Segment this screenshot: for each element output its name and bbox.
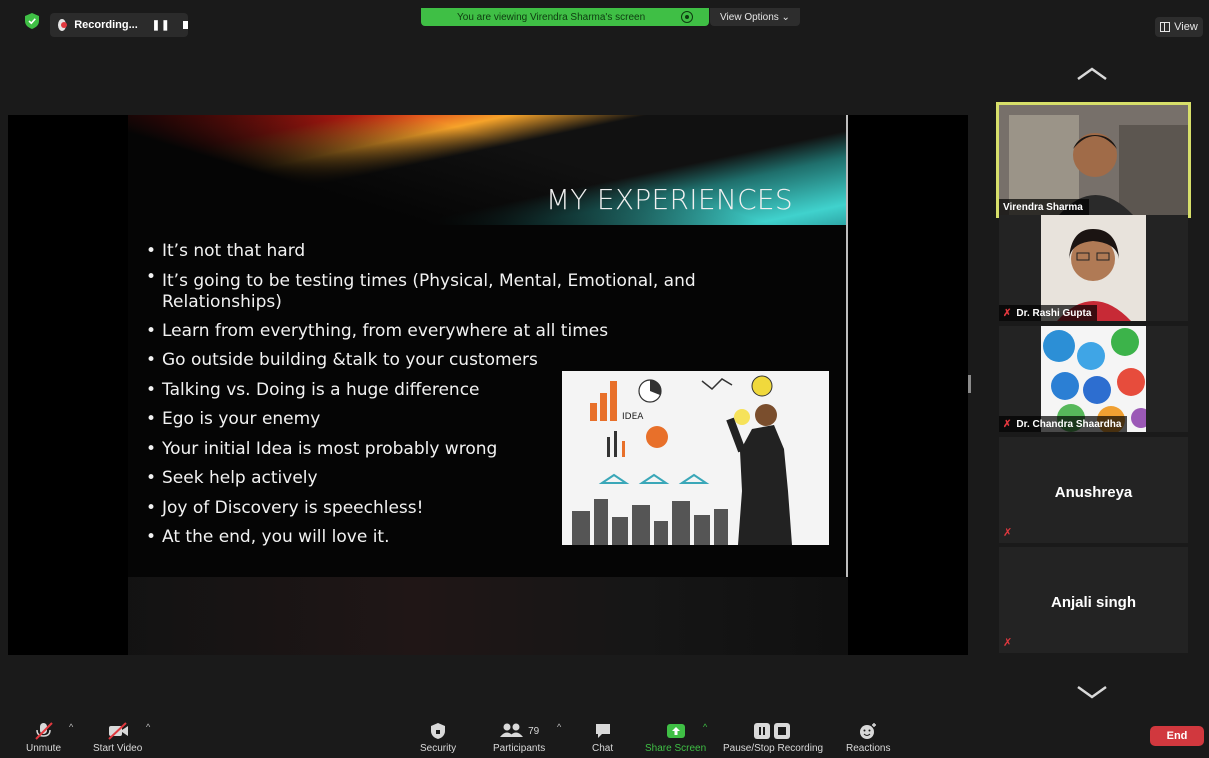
viewing-banner: You are viewing Virendra Sharma's screen bbox=[421, 8, 709, 26]
slide-footer-graphic bbox=[128, 577, 848, 655]
participant-name: Anjali singh bbox=[1050, 594, 1136, 611]
bullet-item: It’s not that hard bbox=[146, 237, 706, 267]
view-button-label: View bbox=[1174, 21, 1198, 33]
recording-label: Recording... bbox=[74, 19, 138, 31]
pause-stop-icon bbox=[752, 722, 794, 740]
mic-muted-icon: ✗ bbox=[1003, 418, 1012, 430]
slide-illustration: IDEA bbox=[562, 371, 829, 545]
mic-muted-icon: ✗ bbox=[1003, 527, 1013, 539]
reactions-label: Reactions bbox=[846, 743, 891, 754]
chevron-down-icon[interactable] bbox=[1075, 684, 1109, 700]
emoji-icon bbox=[858, 722, 878, 740]
slide-divider bbox=[846, 115, 848, 577]
participants-options-caret-icon[interactable]: ^ bbox=[557, 722, 561, 732]
share-options-caret-icon[interactable]: ^ bbox=[703, 722, 707, 732]
share-screen-icon bbox=[666, 722, 686, 740]
participant-tile-anjali-singh[interactable]: Anjali singh ✗ bbox=[999, 547, 1188, 653]
mic-muted-icon: ✗ bbox=[1003, 307, 1012, 319]
bullet-item: Learn from everything, from everywhere a… bbox=[146, 317, 706, 347]
participant-tile-virendra-sharma[interactable]: Virendra Sharma bbox=[996, 102, 1191, 218]
chevron-up-icon[interactable] bbox=[1075, 66, 1109, 82]
shield-icon bbox=[430, 722, 446, 740]
start-video-button[interactable]: Start Video bbox=[93, 722, 142, 754]
participant-name: Virendra Sharma bbox=[999, 199, 1089, 215]
participant-count: 79 bbox=[528, 725, 540, 737]
participant-name-tag: ✗ Dr. Rashi Gupta bbox=[999, 305, 1098, 321]
end-meeting-button[interactable]: End bbox=[1150, 726, 1204, 746]
view-grid-icon bbox=[1160, 22, 1171, 32]
pause-stop-recording-label: Pause/Stop Recording bbox=[723, 743, 824, 754]
bullet-item: It’s going to be testing times (Physical… bbox=[146, 267, 706, 317]
meeting-toolbar: Unmute ^ Start Video ^ Security 79 Parti… bbox=[0, 716, 1209, 758]
shield-icon[interactable] bbox=[25, 13, 39, 29]
recording-indicator: Recording... ❚❚ bbox=[50, 13, 188, 37]
top-bar: Recording... ❚❚ You are viewing Virendra… bbox=[0, 0, 1209, 42]
slide-title: MY EXPERIENCES bbox=[545, 183, 793, 216]
participants-button[interactable]: 79 Participants bbox=[493, 722, 545, 754]
recording-status-icon bbox=[681, 11, 694, 23]
share-screen-label: Share Screen bbox=[645, 743, 707, 754]
share-screen-button[interactable]: Share Screen bbox=[645, 722, 706, 754]
participant-tile-chandra-shaardha[interactable]: ✗ Dr. Chandra Shaardha bbox=[999, 326, 1188, 432]
unmute-label: Unmute bbox=[26, 743, 62, 754]
participant-tile-rashi-gupta[interactable]: ✗ Dr. Rashi Gupta bbox=[999, 215, 1188, 321]
pause-icon[interactable]: ❚❚ bbox=[152, 20, 171, 31]
video-options-caret-icon[interactable]: ^ bbox=[146, 722, 150, 732]
record-icon bbox=[58, 19, 68, 31]
start-video-label: Start Video bbox=[93, 743, 143, 754]
view-options-button[interactable]: View Options ⌄ bbox=[710, 8, 800, 26]
security-button[interactable]: Security bbox=[420, 722, 456, 754]
microphone-muted-icon bbox=[33, 722, 55, 740]
pause-stop-recording-button[interactable]: Pause/Stop Recording bbox=[723, 722, 823, 754]
panel-resize-handle[interactable] bbox=[968, 375, 971, 393]
stop-icon[interactable] bbox=[182, 21, 188, 29]
presentation-slide: MY EXPERIENCES It’s not that hard It’s g… bbox=[128, 115, 848, 655]
view-button[interactable]: View bbox=[1155, 17, 1203, 37]
security-label: Security bbox=[420, 743, 457, 754]
participants-label: Participants bbox=[493, 743, 546, 754]
participant-tile-anushreya[interactable]: Anushreya ✗ bbox=[999, 437, 1188, 543]
chat-icon bbox=[594, 722, 612, 740]
audio-options-caret-icon[interactable]: ^ bbox=[69, 722, 73, 732]
participant-name: Anushreya bbox=[1054, 484, 1133, 501]
participants-icon bbox=[500, 723, 524, 737]
unmute-button[interactable]: Unmute bbox=[26, 722, 61, 754]
participants-icon-group: 79 bbox=[499, 722, 539, 740]
svg-text:IDEA: IDEA bbox=[622, 412, 644, 422]
viewing-banner-text: You are viewing Virendra Sharma's screen bbox=[457, 11, 646, 23]
chat-label: Chat bbox=[592, 743, 614, 754]
chat-button[interactable]: Chat bbox=[592, 722, 613, 754]
participant-name: Dr. Rashi Gupta bbox=[1016, 307, 1092, 319]
participant-name-tag: ✗ Dr. Chandra Shaardha bbox=[999, 416, 1128, 432]
reactions-button[interactable]: Reactions bbox=[846, 722, 890, 754]
mic-muted-icon: ✗ bbox=[1003, 637, 1013, 649]
camera-off-icon bbox=[107, 722, 129, 740]
participant-name: Dr. Chandra Shaardha bbox=[1016, 418, 1122, 430]
